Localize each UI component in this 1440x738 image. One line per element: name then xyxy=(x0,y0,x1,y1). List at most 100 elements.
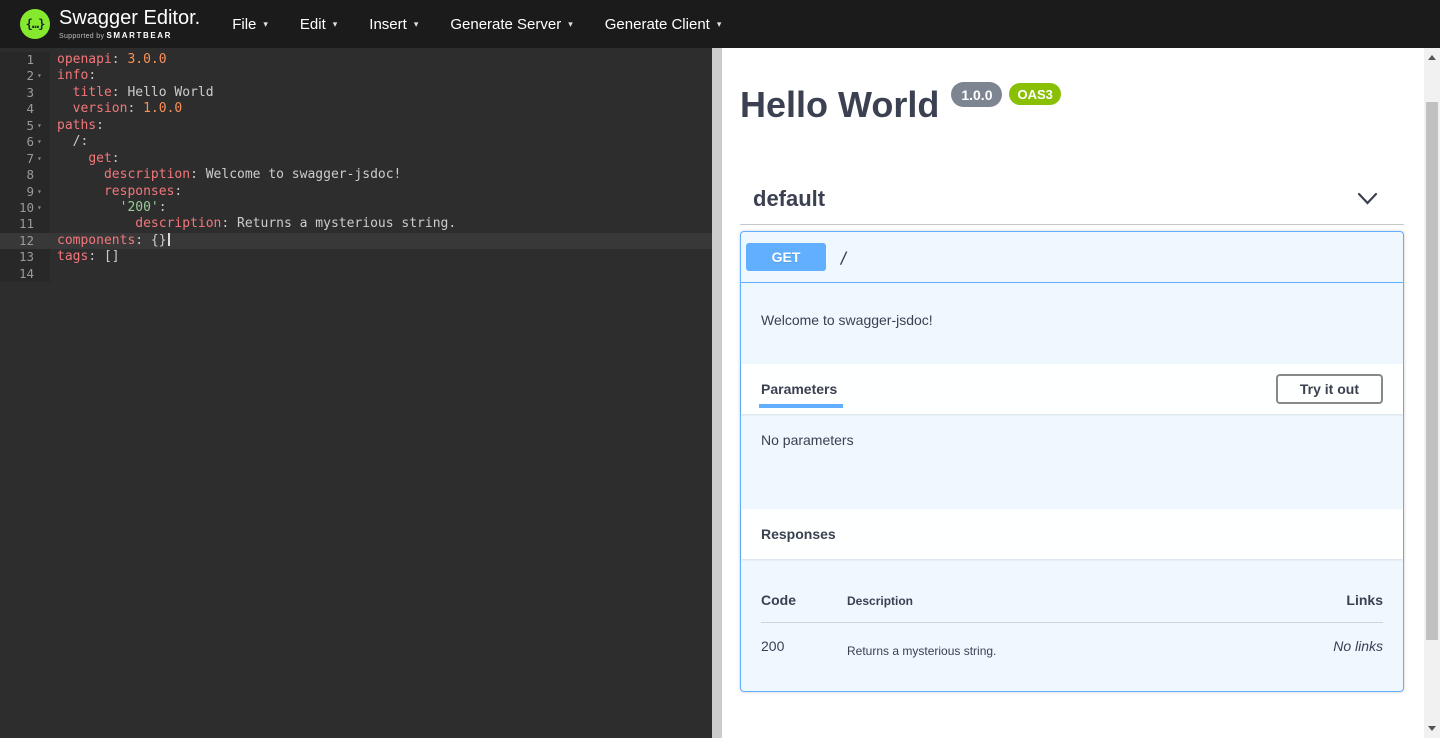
active-tab-underline xyxy=(759,404,843,408)
responses-title: Responses xyxy=(761,526,836,542)
editor-line-6[interactable]: 6▾ /: xyxy=(0,134,712,150)
tab-parameters-label: Parameters xyxy=(761,381,837,397)
fold-toggle-icon[interactable]: ▾ xyxy=(37,151,50,167)
col-header-links: Links xyxy=(1253,592,1383,608)
version-badge: 1.0.0 xyxy=(951,82,1002,107)
code-text: openapi: 3.0.0 xyxy=(50,52,167,68)
swagger-logo: {…} Swagger Editor. Supported by SMARTBE… xyxy=(20,8,200,40)
line-number: 11 xyxy=(0,216,37,232)
fold-toggle-icon[interactable]: ▾ xyxy=(37,134,50,150)
editor-line-7[interactable]: 7▾ get: xyxy=(0,151,712,167)
editor-line-4[interactable]: 4 version: 1.0.0 xyxy=(0,101,712,117)
fold-spacer xyxy=(37,101,50,117)
parameters-header: Parameters Try it out xyxy=(741,364,1403,414)
response-row: 200Returns a mysterious string.No links xyxy=(761,638,1383,658)
line-number: 3 xyxy=(0,85,37,101)
brand-subtitle: Supported by SMARTBEAR xyxy=(59,31,200,40)
pane-resizer[interactable] xyxy=(712,48,722,738)
line-number: 5 xyxy=(0,118,37,134)
line-number: 1 xyxy=(0,52,37,68)
editor-line-14[interactable]: 14 xyxy=(0,266,712,282)
responses-header: Responses xyxy=(741,509,1403,559)
editor-line-13[interactable]: 13tags: [] xyxy=(0,249,712,265)
menu-label: Edit xyxy=(300,16,326,33)
chevron-down-icon: ▾ xyxy=(717,19,722,30)
editor-gutter: 9▾ xyxy=(0,184,50,200)
code-text: title: Hello World xyxy=(50,85,214,101)
editor-line-10[interactable]: 10▾ '200': xyxy=(0,200,712,216)
code-text: components: {} xyxy=(50,233,170,249)
fold-toggle-icon[interactable]: ▾ xyxy=(37,118,50,134)
menu-file[interactable]: File▾ xyxy=(216,0,284,48)
editor-line-1[interactable]: 1 openapi: 3.0.0 xyxy=(0,52,712,68)
yaml-editor[interactable]: 1openapi: 3.0.02▾info:3 title: Hello Wor… xyxy=(0,48,712,738)
code-text: description: Welcome to swagger-jsdoc! xyxy=(50,167,401,183)
editor-gutter: 14 xyxy=(0,266,50,282)
editor-line-11[interactable]: 11 description: Returns a mysterious str… xyxy=(0,216,712,232)
tag-name: default xyxy=(753,186,825,212)
menu-generate-server[interactable]: Generate Server▾ xyxy=(434,0,588,48)
swagger-logo-icon: {…} xyxy=(20,9,50,39)
text-cursor xyxy=(168,233,170,246)
line-number: 4 xyxy=(0,101,37,117)
scroll-down-arrow-icon[interactable] xyxy=(1428,726,1436,731)
line-number: 6 xyxy=(0,134,37,150)
chevron-down-icon: ▾ xyxy=(414,19,419,30)
line-number: 7 xyxy=(0,151,37,167)
editor-gutter: 6▾ xyxy=(0,134,50,150)
fold-toggle-icon[interactable]: ▾ xyxy=(37,68,50,84)
api-info: Hello World 1.0.0 OAS3 xyxy=(740,48,1404,125)
editor-line-8[interactable]: 8 description: Welcome to swagger-jsdoc! xyxy=(0,167,712,183)
fold-spacer xyxy=(37,85,50,101)
editor-line-5[interactable]: 5▾paths: xyxy=(0,118,712,134)
fold-spacer xyxy=(37,52,50,68)
code-text: info: xyxy=(50,68,96,84)
try-it-out-button[interactable]: Try it out xyxy=(1276,374,1383,404)
editor-gutter: 8 xyxy=(0,167,50,183)
preview-content: Hello World 1.0.0 OAS3 default GET / We xyxy=(740,48,1404,692)
chevron-down-icon[interactable] xyxy=(1357,192,1378,206)
menu-insert[interactable]: Insert ▾ xyxy=(353,0,434,48)
scrollbar-thumb[interactable] xyxy=(1426,102,1438,640)
fold-spacer xyxy=(37,249,50,265)
editor-line-9[interactable]: 9▾ responses: xyxy=(0,184,712,200)
table-divider xyxy=(761,622,1383,623)
code-text: /: xyxy=(50,134,88,150)
menu-edit[interactable]: Edit▾ xyxy=(284,0,353,48)
line-number: 8 xyxy=(0,167,37,183)
line-number: 9 xyxy=(0,184,37,200)
tab-parameters[interactable]: Parameters xyxy=(761,381,837,397)
fold-toggle-icon[interactable]: ▾ xyxy=(37,200,50,216)
preview-scrollbar[interactable] xyxy=(1424,48,1440,738)
editor-gutter: 3 xyxy=(0,85,50,101)
smartbear-wordmark: SMARTBEAR xyxy=(107,31,173,40)
opblock-summary[interactable]: GET / xyxy=(741,232,1403,283)
code-text: tags: [] xyxy=(50,249,120,265)
code-text: description: Returns a mysterious string… xyxy=(50,216,456,232)
editor-line-3[interactable]: 3 title: Hello World xyxy=(0,85,712,101)
editor-line-2[interactable]: 2▾info: xyxy=(0,68,712,84)
editor-gutter: 2▾ xyxy=(0,68,50,84)
tag-section-default[interactable]: default xyxy=(740,186,1404,225)
response-links: No links xyxy=(1253,638,1383,654)
fold-toggle-icon[interactable]: ▾ xyxy=(37,184,50,200)
api-title: Hello World xyxy=(740,85,939,125)
editor-gutter: 1 xyxy=(0,52,50,68)
menu-generate-client[interactable]: Generate Client ▾ xyxy=(589,0,738,48)
code-text xyxy=(50,266,57,282)
editor-line-12[interactable]: 12components: {} xyxy=(0,233,712,249)
menu-label: Insert xyxy=(369,16,407,33)
http-method-badge[interactable]: GET xyxy=(746,243,826,271)
editor-gutter: 13 xyxy=(0,249,50,265)
operation-description: Welcome to swagger-jsdoc! xyxy=(741,283,1403,364)
menu-label: Generate Server xyxy=(450,16,561,33)
no-parameters-message: No parameters xyxy=(741,414,1403,509)
line-number: 14 xyxy=(0,266,37,282)
menu-label: Generate Client xyxy=(605,16,710,33)
scroll-up-arrow-icon[interactable] xyxy=(1428,55,1436,60)
brand-text: Swagger Editor. Supported by SMARTBEAR xyxy=(59,8,200,40)
response-description: Returns a mysterious string. xyxy=(847,638,1253,658)
responses-table-header: Code Description Links xyxy=(761,592,1383,608)
chevron-down-icon: ▾ xyxy=(263,19,268,30)
code-text: '200': xyxy=(50,200,167,216)
